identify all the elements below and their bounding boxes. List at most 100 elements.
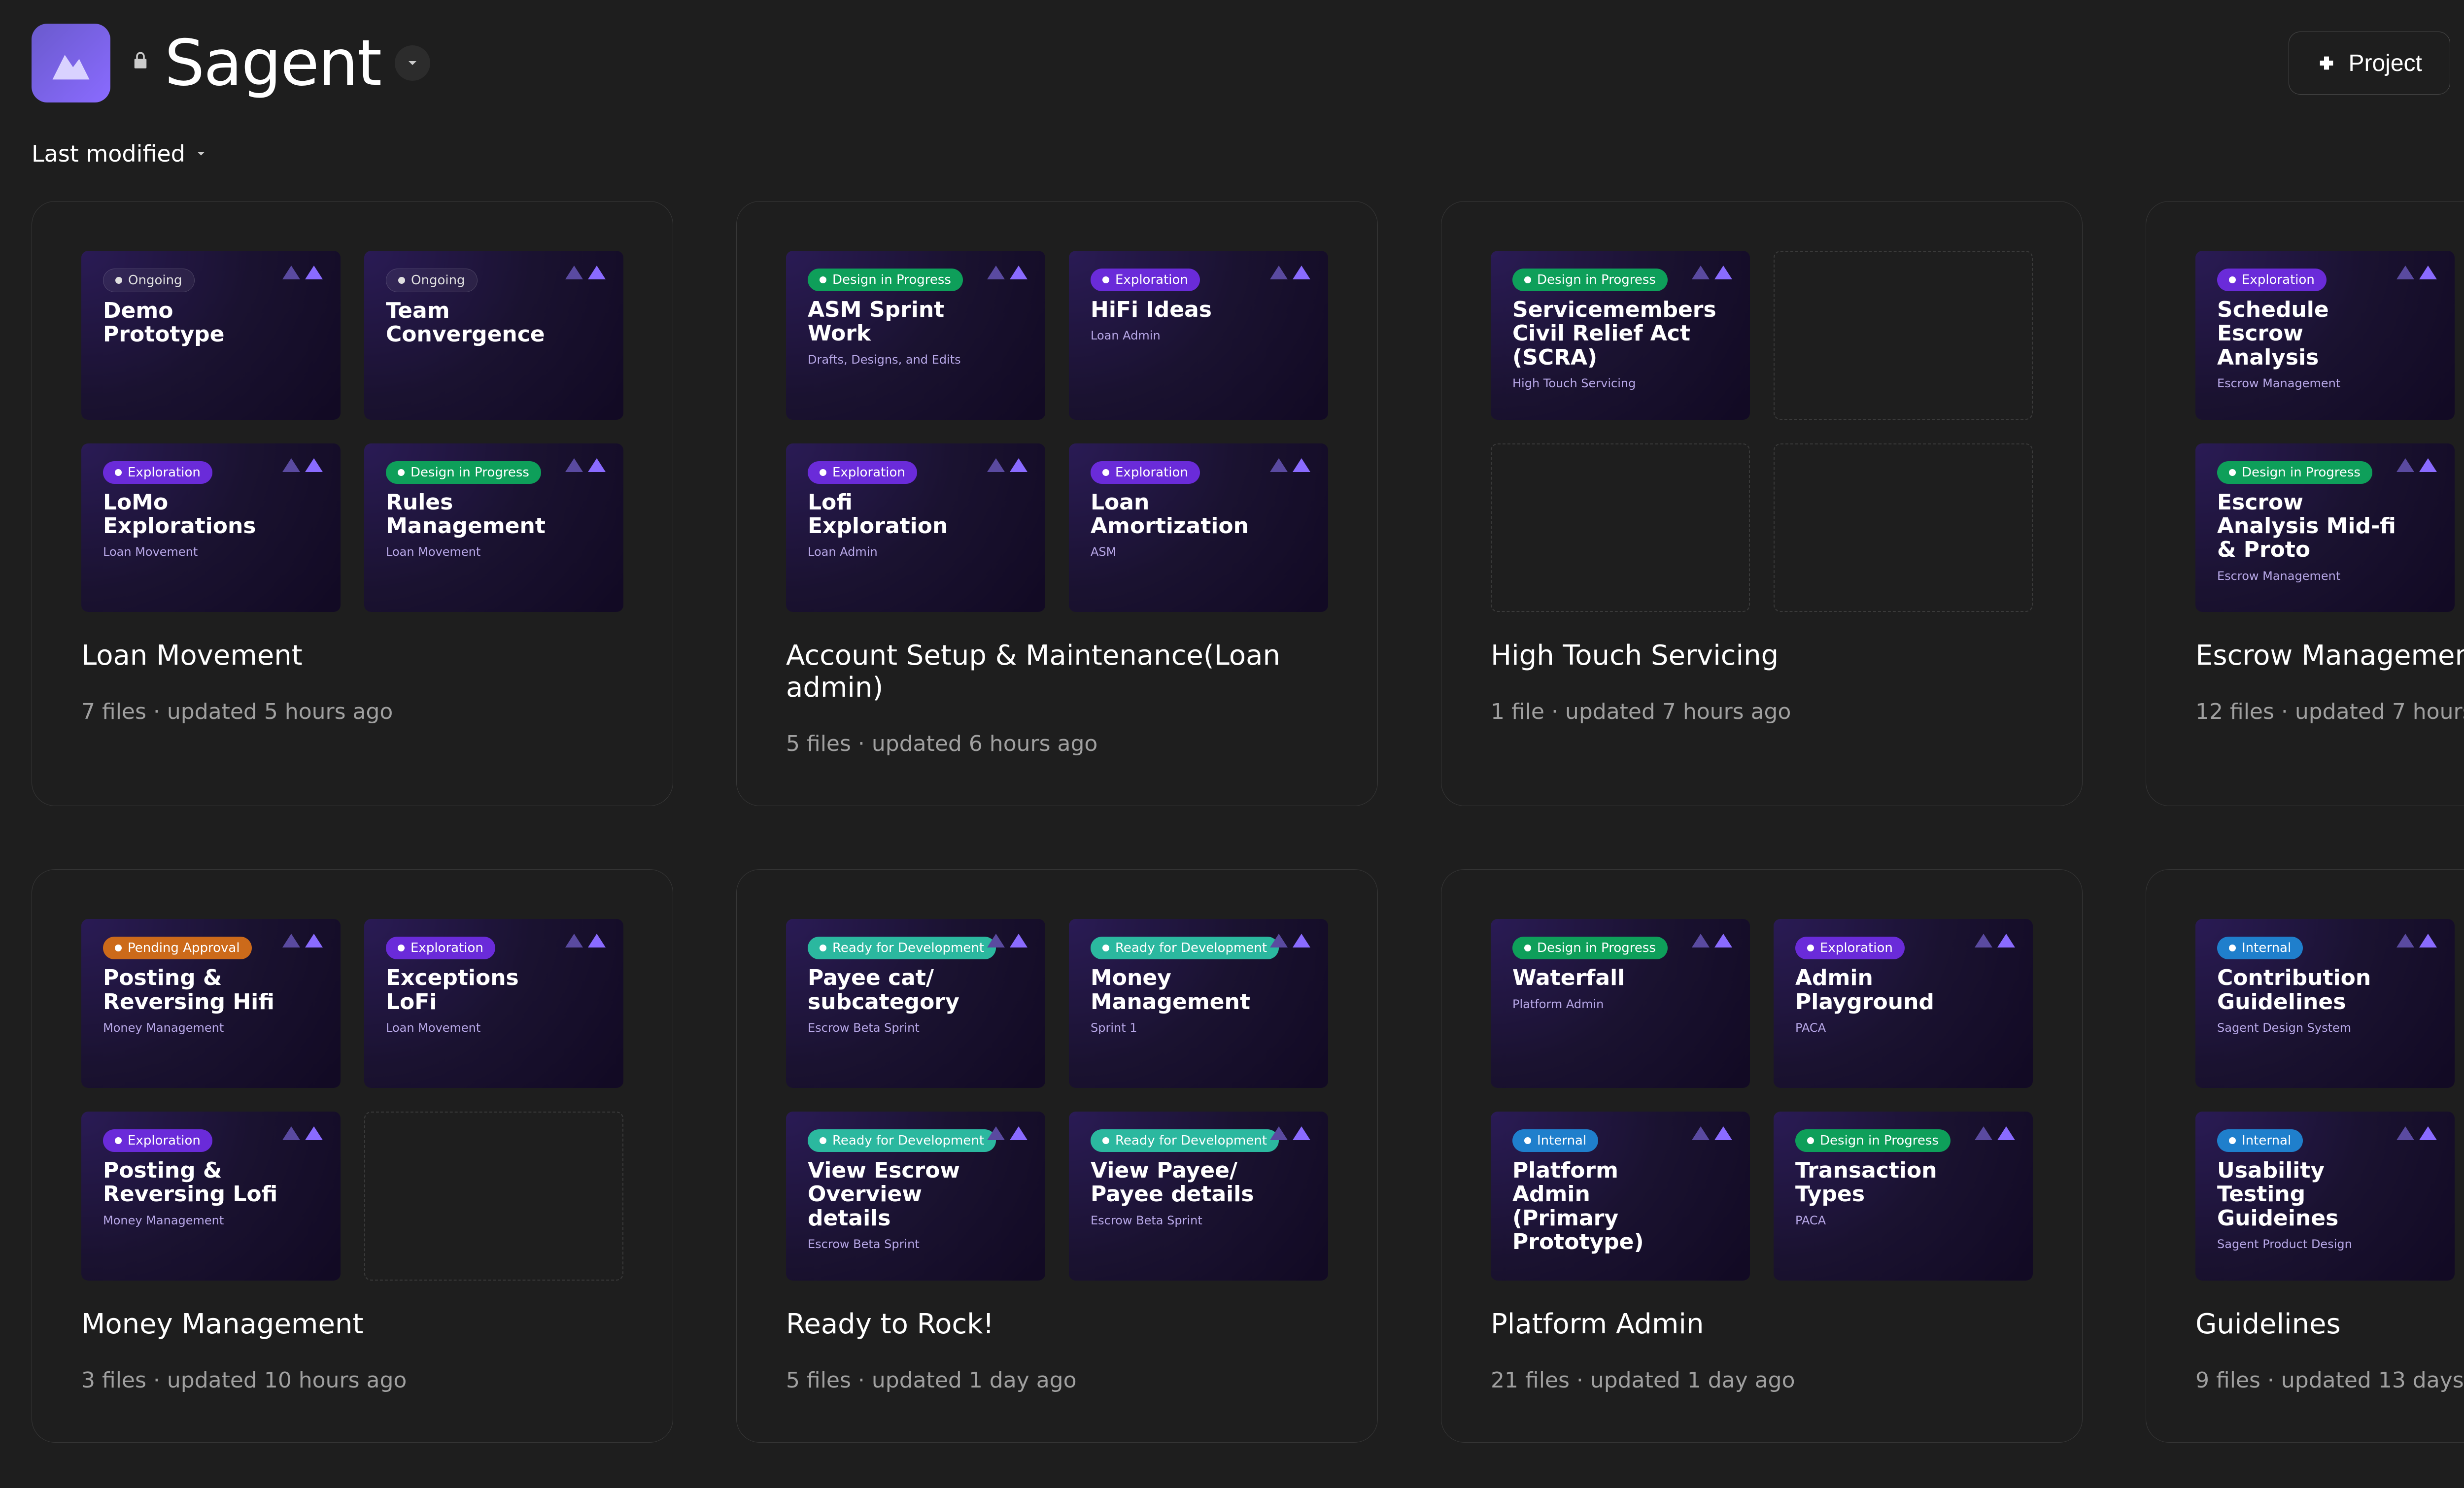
project-title: Platform Admin	[1491, 1308, 2033, 1340]
file-thumbnail[interactable]: Design in ProgressTransaction TypesPACA	[1774, 1112, 2033, 1281]
thumbnail-title: Rules Management	[386, 491, 576, 539]
thumbnail-subtitle: Platform Admin	[1512, 997, 1728, 1011]
thumbnail-subtitle: Sagent Product Design	[2217, 1237, 2433, 1251]
status-badge-label: Exploration	[1820, 941, 1893, 955]
thumbnail-title: Lofi Exploration	[808, 491, 997, 539]
project-card[interactable]: Ready for DevelopmentPayee cat/ subcateg…	[736, 869, 1378, 1442]
workspace-title-wrap: Sagent	[130, 27, 430, 100]
thumb-corner-logo	[1270, 934, 1310, 947]
file-thumbnail[interactable]: Ready for Development View Escrow Overvie…	[786, 1112, 1045, 1281]
status-badge-label: Ready for Development	[1115, 1133, 1267, 1148]
header-left: Sagent	[32, 24, 430, 102]
status-badge-label: Design in Progress	[832, 272, 951, 287]
file-thumbnail[interactable]: ExplorationHiFi IdeasLoan Admin	[1069, 251, 1328, 420]
file-thumbnail[interactable]: ExplorationLoMo ExplorationsLoan Movemen…	[81, 443, 341, 612]
status-badge-label: Design in Progress	[1820, 1133, 1939, 1148]
thumbnail-subtitle: Loan Movement	[386, 545, 602, 559]
project-thumbnails: InternalContribution GuidelinesSagent De…	[2195, 919, 2464, 1280]
project-thumbnails: Design in ProgressWaterfallPlatform Admi…	[1491, 919, 2033, 1280]
project-meta: 7 files · updated 5 hours ago	[81, 699, 623, 724]
project-card[interactable]: Pending ApprovalPosting & Reversing Hifi…	[32, 869, 673, 1442]
thumb-corner-logo	[987, 266, 1027, 279]
workspace-menu-button[interactable]	[395, 45, 430, 81]
status-badge-label: Exploration	[832, 465, 905, 480]
status-badge: Exploration	[1091, 461, 1200, 484]
project-card[interactable]: Design in ProgressWaterfallPlatform Admi…	[1441, 869, 2083, 1442]
thumb-corner-logo	[282, 458, 323, 472]
header-right: Project Invite 56	[2289, 32, 2464, 95]
project-meta: 3 files · updated 10 hours ago	[81, 1368, 623, 1393]
file-thumbnail[interactable]: OngoingDemo Prototype	[81, 251, 341, 420]
project-card[interactable]: Design in ProgressServicemembers Civil R…	[1441, 201, 2083, 806]
header-bar: Sagent Project Invite 56	[0, 0, 2464, 118]
status-badge: Exploration	[103, 1129, 212, 1152]
thumbnail-title: Admin Playground	[1795, 966, 1985, 1014]
status-badge: Exploration	[103, 461, 212, 484]
file-thumbnail[interactable]: Ready for DevelopmentMoney ManagementSpr…	[1069, 919, 1328, 1088]
status-badge-label: Exploration	[411, 941, 483, 955]
thumb-corner-logo	[282, 934, 323, 947]
thumbnail-empty[interactable]	[1774, 443, 2033, 612]
file-thumbnail[interactable]: Design in ProgressWaterfallPlatform Admi…	[1491, 919, 1750, 1088]
thumbnail-subtitle: Escrow Beta Sprint	[808, 1237, 1024, 1251]
status-badge-label: Exploration	[1115, 272, 1188, 287]
file-thumbnail[interactable]: ExplorationLoan AmortizationASM	[1069, 443, 1328, 612]
file-thumbnail[interactable]: Design in ProgressServicemembers Civil R…	[1491, 251, 1750, 420]
project-thumbnails: ExplorationSchedule Escrow AnalysisEscro…	[2195, 251, 2464, 612]
status-badge: Ready for Development	[808, 1129, 996, 1152]
thumb-corner-logo	[1270, 266, 1310, 279]
status-badge: Internal	[1512, 1129, 1598, 1152]
thumb-corner-logo	[987, 934, 1027, 947]
file-thumbnail[interactable]: ExplorationPosting & Reversing LofiMoney…	[81, 1112, 341, 1281]
thumb-corner-logo	[987, 1126, 1027, 1140]
file-thumbnail[interactable]: ExplorationAdmin PlaygroundPACA	[1774, 919, 2033, 1088]
thumbnail-title: Posting & Reversing Hifi	[103, 966, 293, 1014]
project-card[interactable]: Design in ProgressASM Sprint WorkDrafts,…	[736, 201, 1378, 806]
new-project-button[interactable]: Project	[2289, 32, 2450, 95]
thumb-corner-logo	[565, 266, 606, 279]
file-thumbnail[interactable]: Ready for DevelopmentView Payee/ Payee d…	[1069, 1112, 1328, 1281]
thumb-corner-logo	[1692, 934, 1732, 947]
thumbnail-empty[interactable]	[1774, 251, 2033, 420]
file-thumbnail[interactable]: InternalUsability Testing GuideinesSagen…	[2195, 1112, 2455, 1281]
sort-dropdown[interactable]: Last modified	[32, 140, 208, 167]
status-badge-label: Ready for Development	[832, 941, 984, 955]
file-thumbnail[interactable]: ExplorationExceptions LoFiLoan Movement	[364, 919, 623, 1088]
thumb-corner-logo	[2396, 1126, 2437, 1140]
thumbnail-title: View Escrow Overview details	[808, 1159, 997, 1230]
file-thumbnail[interactable]: Design in ProgressEscrow Analysis Mid-fi…	[2195, 443, 2455, 612]
thumbnail-subtitle: PACA	[1795, 1214, 2011, 1227]
file-thumbnail[interactable]: Design in ProgressRules ManagementLoan M…	[364, 443, 623, 612]
status-badge-label: Ongoing	[128, 273, 182, 288]
thumbnail-subtitle: Escrow Beta Sprint	[808, 1021, 1024, 1035]
project-thumbnails: Ready for DevelopmentPayee cat/ subcateg…	[786, 919, 1328, 1280]
project-card[interactable]: OngoingDemo PrototypeOngoingTeam Converg…	[32, 201, 673, 806]
file-thumbnail[interactable]: InternalPlatform Admin (Primary Prototyp…	[1491, 1112, 1750, 1281]
project-meta: 1 file · updated 7 hours ago	[1491, 699, 2033, 724]
file-thumbnail[interactable]: Exploration Lofi Exploration Loan Admin	[786, 443, 1045, 612]
thumbnail-subtitle: Loan Admin	[808, 545, 1024, 559]
status-badge-label: Design in Progress	[1537, 272, 1656, 287]
thumb-corner-logo	[1975, 1126, 2015, 1140]
thumbnail-title: Escrow Analysis Mid-fi & Proto	[2217, 491, 2407, 562]
project-card[interactable]: InternalContribution GuidelinesSagent De…	[2146, 869, 2464, 1442]
thumb-corner-logo	[1692, 266, 1732, 279]
thumbnail-empty[interactable]	[364, 1112, 623, 1281]
chevron-down-icon	[405, 55, 420, 71]
project-thumbnails: OngoingDemo PrototypeOngoingTeam Converg…	[81, 251, 623, 612]
project-meta: 5 files · updated 6 hours ago	[786, 731, 1328, 756]
file-thumbnail[interactable]: Ready for DevelopmentPayee cat/ subcateg…	[786, 919, 1045, 1088]
project-card[interactable]: ExplorationSchedule Escrow AnalysisEscro…	[2146, 201, 2464, 806]
file-thumbnail[interactable]: Design in ProgressASM Sprint WorkDrafts,…	[786, 251, 1045, 420]
file-thumbnail[interactable]: ExplorationSchedule Escrow AnalysisEscro…	[2195, 251, 2455, 420]
thumb-corner-logo	[2396, 266, 2437, 279]
file-thumbnail[interactable]: Pending ApprovalPosting & Reversing Hifi…	[81, 919, 341, 1088]
file-thumbnail[interactable]: OngoingTeam Convergence	[364, 251, 623, 420]
thumbnail-subtitle: Sprint 1	[1091, 1021, 1306, 1035]
thumb-corner-logo	[1975, 934, 2015, 947]
thumbnail-empty[interactable]	[1491, 443, 1750, 612]
status-badge: Ready for Development	[808, 937, 996, 959]
file-thumbnail[interactable]: InternalContribution GuidelinesSagent De…	[2195, 919, 2455, 1088]
project-meta: 21 files · updated 1 day ago	[1491, 1368, 2033, 1393]
workspace-avatar[interactable]	[32, 24, 110, 102]
